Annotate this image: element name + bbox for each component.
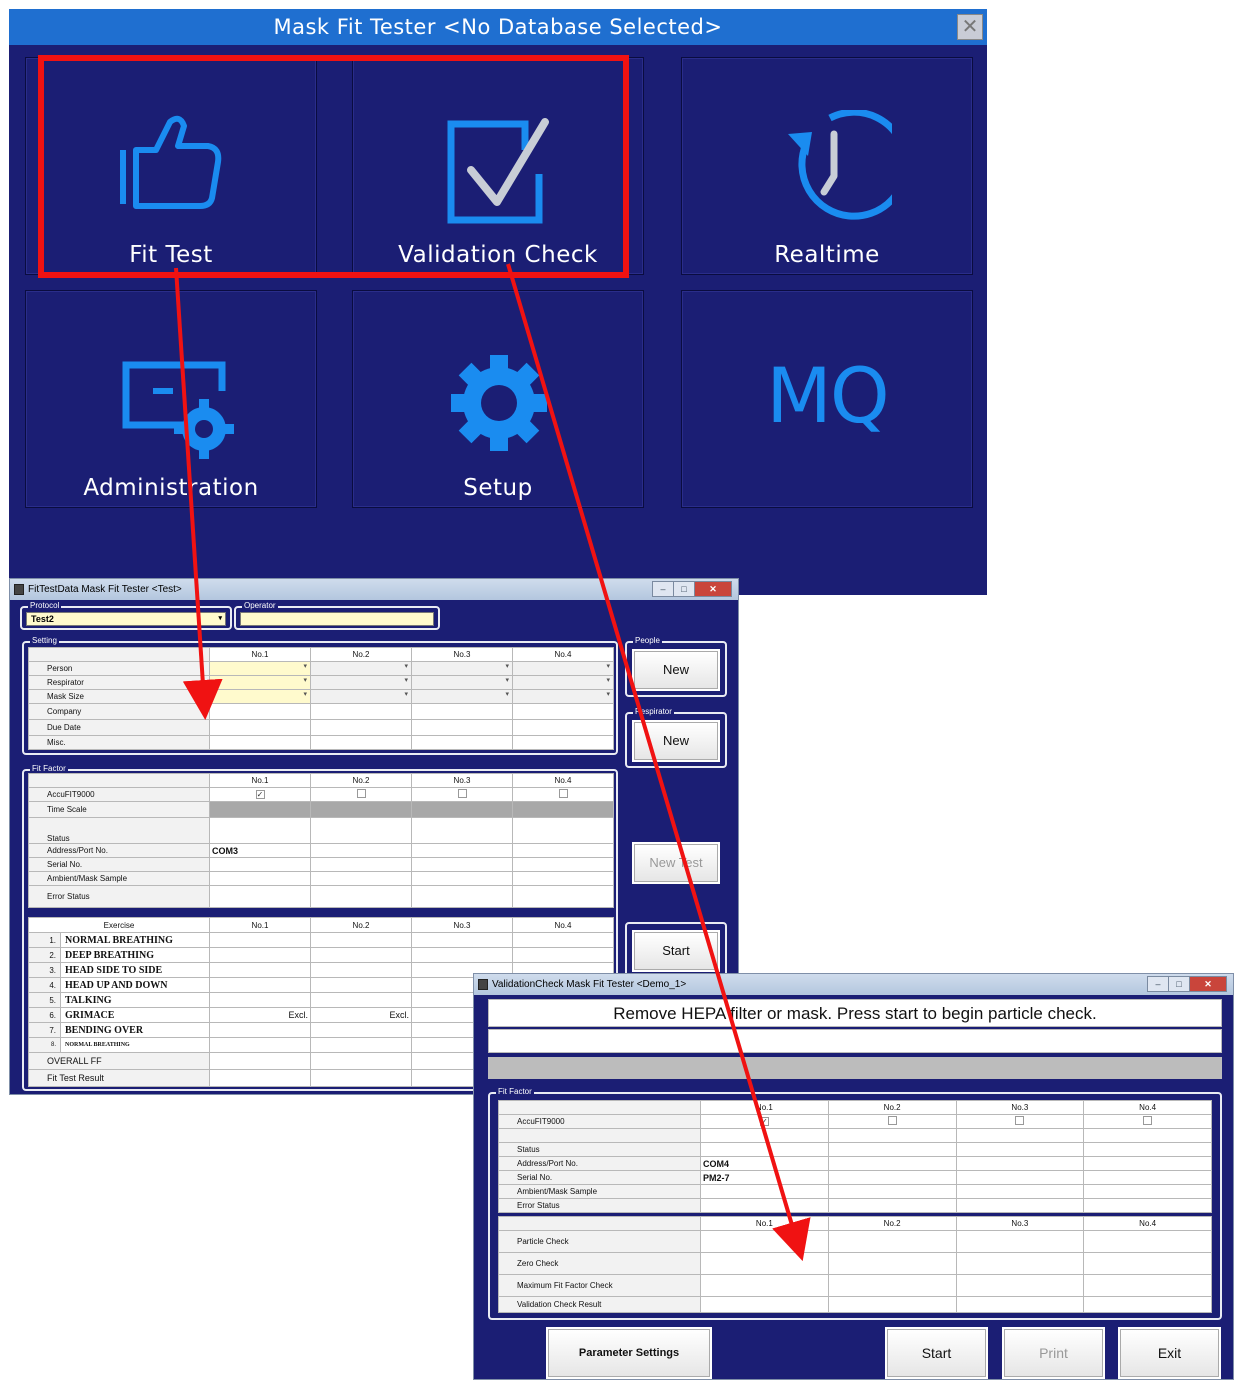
annotation-arrows [174,263,811,1262]
arrow-to-validation-window [506,263,811,1262]
arrow-to-fit-test-window [174,267,223,720]
